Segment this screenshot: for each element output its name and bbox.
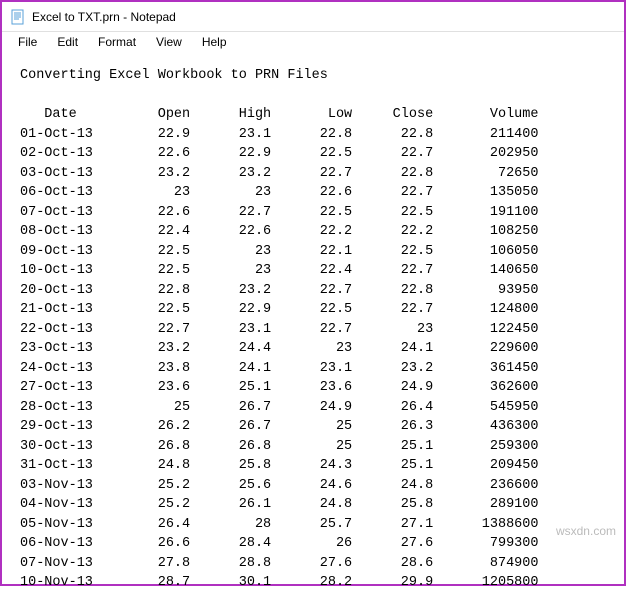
text-area[interactable]: Converting Excel Workbook to PRN Files D… (2, 52, 624, 607)
watermark: wsxdn.com (556, 524, 616, 538)
menubar: File Edit Format View Help (2, 32, 624, 52)
window-titlebar: Excel to TXT.prn - Notepad (2, 2, 624, 32)
menu-help[interactable]: Help (194, 33, 235, 51)
menu-format[interactable]: Format (90, 33, 144, 51)
notepad-icon (10, 9, 26, 25)
menu-view[interactable]: View (148, 33, 190, 51)
window-title: Excel to TXT.prn - Notepad (32, 10, 176, 24)
menu-edit[interactable]: Edit (49, 33, 86, 51)
menu-file[interactable]: File (10, 33, 45, 51)
